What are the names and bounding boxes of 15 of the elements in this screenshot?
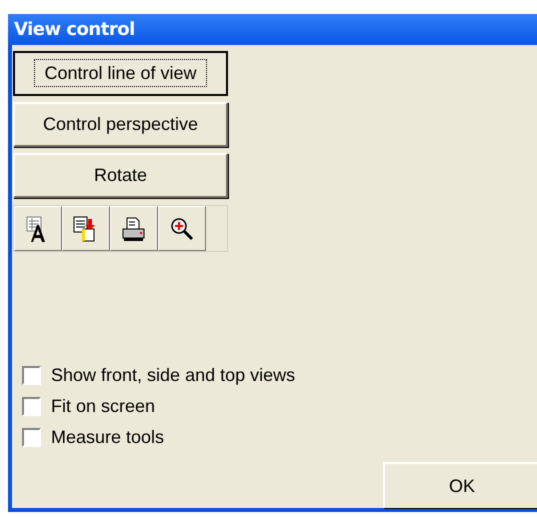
checkbox-label[interactable]: Show front, side and top views [51, 364, 296, 386]
ok-button[interactable]: OK [383, 462, 537, 508]
checkbox-label[interactable]: Measure tools [51, 426, 164, 448]
checkbox-label[interactable]: Fit on screen [51, 396, 156, 416]
toolbar-button[interactable] [62, 206, 110, 251]
command-button[interactable]: Control line of view [13, 51, 228, 96]
window-title: View control [14, 19, 135, 40]
command-button[interactable]: Control perspective [13, 102, 228, 147]
command-button[interactable]: Rotate [13, 153, 228, 198]
toolbar-button[interactable] [158, 206, 206, 251]
toolbar-button[interactable] [110, 206, 158, 251]
checkbox[interactable] [22, 428, 41, 446]
checkbox[interactable] [22, 366, 41, 384]
checkbox[interactable] [22, 396, 41, 416]
toolbar-button[interactable] [14, 206, 62, 251]
